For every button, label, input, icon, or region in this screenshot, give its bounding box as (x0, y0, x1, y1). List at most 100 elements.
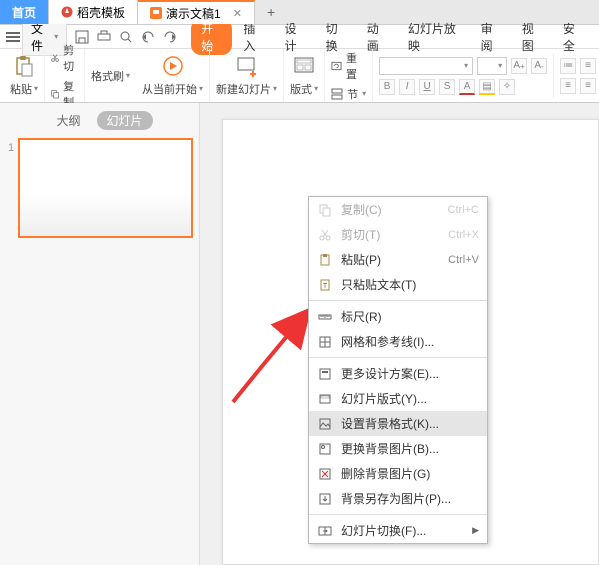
grid-icon (317, 334, 333, 350)
ctx-slide-layout[interactable]: 幻灯片版式(Y)... (309, 386, 487, 411)
save-bg-icon (317, 491, 333, 507)
undo-icon[interactable] (141, 30, 155, 44)
tab-template[interactable]: 稻壳模板 (49, 0, 138, 24)
ctx-slide-transition[interactable]: 幻灯片切换(F)... ▶ (309, 518, 487, 543)
slides-panel: 大纲 幻灯片 1 (0, 103, 200, 565)
ruler-icon (317, 309, 333, 325)
bullets-button[interactable]: ≔ (560, 58, 576, 74)
ribbon-layout-label: 版式 ▾ (290, 81, 318, 97)
font-size-select[interactable]: ▾ (477, 57, 507, 75)
redo-icon[interactable] (163, 30, 177, 44)
new-slide-icon (235, 55, 259, 79)
plus-icon: + (267, 4, 275, 20)
tab-presentation-label: 演示文稿1 (166, 5, 221, 22)
ribbon-format-painter-label: 格式刷 ▾ (91, 68, 130, 84)
ribbon-layout[interactable]: 版式 ▾ (284, 49, 325, 102)
font-name-select[interactable]: ▾ (379, 57, 473, 75)
print-preview-icon[interactable] (119, 30, 133, 44)
close-icon[interactable]: ✕ (233, 7, 242, 20)
panel-tab-outline[interactable]: 大纲 (46, 111, 90, 130)
chevron-down-icon: ▾ (54, 32, 58, 41)
ctx-separator (309, 300, 487, 301)
ctx-separator (309, 357, 487, 358)
paste-text-icon: T (317, 277, 333, 293)
strikethrough-button[interactable]: S (439, 79, 455, 95)
panel-tab-slides[interactable]: 幻灯片 (97, 111, 153, 130)
ribbon-font-area: ▾ ▾ A+ A- B I U S A ▤ ✧ (373, 53, 553, 99)
ctx-paste-text[interactable]: T 只粘贴文本(T) (309, 272, 487, 297)
tab-home-label: 首页 (12, 4, 36, 21)
paste-icon (317, 252, 333, 268)
cut-icon (317, 227, 333, 243)
copy-icon (317, 202, 333, 218)
play-icon (161, 55, 185, 79)
bg-format-icon (317, 416, 333, 432)
ribbon-new-slide-label: 新建幻灯片 ▾ (216, 81, 277, 97)
ribbon-paste-label: 粘贴 ▾ (10, 81, 38, 97)
align-center-button[interactable]: ≡ (580, 78, 596, 94)
ribbon-slide-stack: 重置 节 ▾ (325, 49, 373, 102)
ctx-paste[interactable]: 粘贴(P) Ctrl+V (309, 247, 487, 272)
ribbon-paste[interactable]: 粘贴 ▾ (4, 49, 45, 102)
submenu-arrow-icon: ▶ (472, 525, 479, 536)
menu-tab-view[interactable]: 视图 (513, 20, 552, 54)
print-icon[interactable] (97, 30, 111, 44)
ribbon-from-begin[interactable]: 从当前开始 ▾ (136, 49, 210, 102)
ctx-delete-bg[interactable]: 删除背景图片(G) (309, 461, 487, 486)
app-menu-icon[interactable] (6, 30, 20, 44)
ctx-cut: 剪切(T) Ctrl+X (309, 222, 487, 247)
numbering-button[interactable]: ≡ (580, 58, 596, 74)
more-designs-icon (317, 366, 333, 382)
quick-access-toolbar (75, 30, 177, 44)
underline-button[interactable]: U (419, 79, 435, 95)
align-left-button[interactable]: ≡ (560, 78, 576, 94)
layout-icon (292, 55, 316, 79)
decrease-font-icon[interactable]: A- (531, 58, 547, 74)
template-icon (61, 6, 73, 18)
ribbon-reset[interactable]: 重置 (331, 50, 366, 82)
svg-text:T: T (323, 283, 328, 290)
slide-number: 1 (8, 142, 14, 154)
context-menu: 复制(C) Ctrl+C 剪切(T) Ctrl+X 粘贴(P) Ctrl+V T… (308, 196, 488, 544)
panel-tabs: 大纲 幻灯片 (6, 111, 193, 130)
ribbon-paragraph-area: ≔ ≡ ⇥ ≡ ≡ ≡ (553, 54, 599, 98)
menu-tab-slideshow[interactable]: 幻灯片放映 (399, 20, 470, 54)
ribbon-new-slide[interactable]: 新建幻灯片 ▾ (210, 49, 284, 102)
change-bg-icon (317, 441, 333, 457)
ctx-grid[interactable]: 网格和参考线(I)... (309, 329, 487, 354)
workspace: 大纲 幻灯片 1 (0, 103, 599, 565)
menu-tab-security[interactable]: 安全 (554, 20, 593, 54)
increase-font-icon[interactable]: A+ (511, 58, 527, 74)
ctx-change-bg[interactable]: 更换背景图片(B)... (309, 436, 487, 461)
tab-template-label: 稻壳模板 (77, 4, 125, 21)
slide-preview (18, 138, 193, 238)
ctx-copy: 复制(C) Ctrl+C (309, 197, 487, 222)
ribbon-section[interactable]: 节 ▾ (331, 86, 366, 102)
font-color-button[interactable]: A (459, 79, 475, 95)
ribbon-cut[interactable]: 剪切 (51, 42, 78, 74)
ribbon: 粘贴 ▾ 剪切 复制 格式刷 ▾ 从当前开始 ▾ 新建幻灯片 ▾ 版式 ▾ 重置… (0, 49, 599, 103)
ribbon-from-begin-label: 从当前开始 ▾ (142, 81, 203, 97)
paste-icon (12, 55, 36, 79)
tab-add[interactable]: + (255, 0, 287, 24)
menu-tab-review[interactable]: 审阅 (472, 20, 511, 54)
ribbon-clipboard-stack: 剪切 复制 (45, 49, 85, 102)
menu-bar: 文件 ▾ 开始 插入 设计 切换 动画 幻灯片放映 审阅 视图 安全 (0, 25, 599, 49)
slide-thumbnail-1[interactable]: 1 (6, 138, 193, 238)
ctx-save-bg-as[interactable]: 背景另存为图片(P)... (309, 486, 487, 511)
transition-icon (317, 523, 333, 539)
slide-layout-icon (317, 391, 333, 407)
ctx-bg-format[interactable]: 设置背景格式(K)... (309, 411, 487, 436)
delete-bg-icon (317, 466, 333, 482)
ctx-more-designs[interactable]: 更多设计方案(E)... (309, 361, 487, 386)
tab-home[interactable]: 首页 (0, 0, 49, 24)
tab-presentation[interactable]: 演示文稿1 ✕ (138, 0, 255, 24)
clear-format-button[interactable]: ✧ (499, 79, 515, 95)
highlight-button[interactable]: ▤ (479, 79, 495, 95)
italic-button[interactable]: I (399, 79, 415, 95)
ribbon-format-painter[interactable]: 格式刷 ▾ (85, 49, 136, 102)
ctx-ruler[interactable]: 标尺(R) (309, 304, 487, 329)
bold-button[interactable]: B (379, 79, 395, 95)
presentation-icon (150, 7, 162, 19)
ctx-separator (309, 514, 487, 515)
